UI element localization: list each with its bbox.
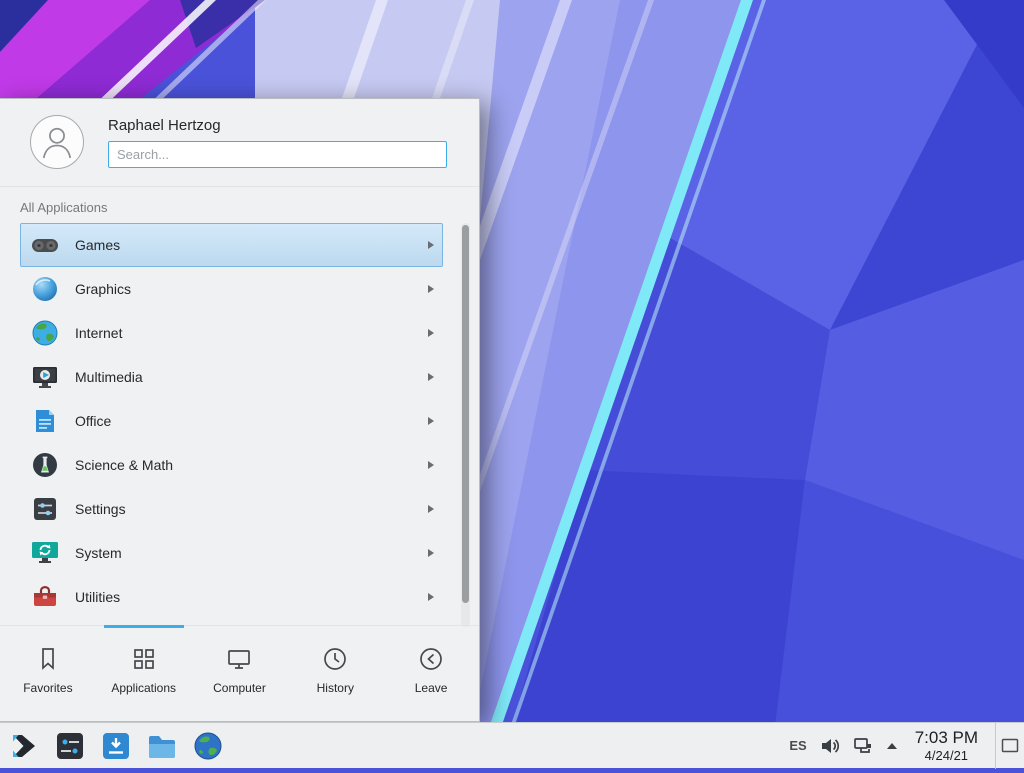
computer-icon [225, 645, 253, 673]
app-category-utilities[interactable]: Utilities [20, 575, 443, 619]
globe-icon [29, 317, 61, 349]
web-browser-icon[interactable] [193, 731, 223, 761]
clock-time: 7:03 PM [915, 728, 978, 748]
scrollbar-thumb[interactable] [462, 225, 469, 603]
app-category-settings[interactable]: Settings [20, 487, 443, 531]
launcher-header: Raphael Hertzog [0, 99, 479, 187]
tab-leave[interactable]: Leave [383, 626, 479, 721]
user-avatar [30, 115, 84, 169]
chevron-right-icon [428, 505, 434, 513]
app-category-label: Multimedia [75, 369, 428, 385]
system-settings-icon[interactable] [55, 731, 85, 761]
app-category-label: Settings [75, 501, 428, 517]
tab-computer[interactable]: Computer [192, 626, 288, 721]
software-center-icon[interactable] [101, 731, 131, 761]
app-category-multimedia[interactable]: Multimedia [20, 355, 443, 399]
system-monitor-icon [29, 537, 61, 569]
app-category-list: Games Graphics Internet [0, 223, 479, 626]
tab-applications[interactable]: Applications [96, 626, 192, 721]
toolbox-icon [29, 581, 61, 613]
tab-label: History [317, 681, 354, 695]
app-category-label: System [75, 545, 428, 561]
tab-favorites[interactable]: Favorites [0, 626, 96, 721]
app-grid-icon [130, 645, 158, 673]
chevron-right-icon [428, 417, 434, 425]
chevron-right-icon [428, 549, 434, 557]
keyboard-layout-indicator[interactable]: ES [789, 738, 806, 753]
app-category-graphics[interactable]: Graphics [20, 267, 443, 311]
network-icon[interactable] [853, 736, 873, 756]
tab-label: Applications [111, 681, 176, 695]
expand-tray-icon[interactable] [886, 741, 898, 751]
chevron-right-icon [428, 373, 434, 381]
app-category-label: Utilities [75, 589, 428, 605]
app-category-label: Graphics [75, 281, 428, 297]
app-category-label: Internet [75, 325, 428, 341]
chevron-right-icon [428, 329, 434, 337]
user-name: Raphael Hertzog [108, 117, 447, 134]
section-label: All Applications [20, 200, 107, 215]
sliders-icon [29, 493, 61, 525]
gamepad-icon [29, 229, 61, 261]
application-launcher-menu: Raphael Hertzog All Applications Games [0, 98, 480, 722]
media-monitor-icon [29, 361, 61, 393]
office-document-icon [29, 405, 61, 437]
clock-date: 4/24/21 [915, 748, 978, 763]
chevron-right-icon [428, 285, 434, 293]
system-tray: ES 7:03 PM 4/24/21 [789, 723, 1024, 769]
tab-label: Computer [213, 681, 266, 695]
flask-icon [29, 449, 61, 481]
app-category-label: Science & Math [75, 457, 428, 473]
app-category-science[interactable]: Science & Math [20, 443, 443, 487]
bookmark-icon [34, 645, 62, 673]
history-clock-icon [321, 645, 349, 673]
app-category-help[interactable]: Help [20, 619, 443, 626]
app-category-internet[interactable]: Internet [20, 311, 443, 355]
chevron-right-icon [428, 461, 434, 469]
leave-icon [417, 645, 445, 673]
search-input[interactable] [108, 141, 447, 168]
volume-icon[interactable] [820, 736, 840, 756]
app-category-label: Games [75, 237, 428, 253]
app-category-label: Office [75, 413, 428, 429]
chevron-right-icon [428, 593, 434, 601]
kde-launcher-icon[interactable] [9, 731, 39, 761]
launcher-tab-bar: Favorites Applications Computer Histor [0, 625, 479, 721]
chevron-right-icon [428, 241, 434, 249]
taskbar-panel: ES 7:03 PM 4/24/21 [0, 722, 1024, 768]
app-category-system[interactable]: System [20, 531, 443, 575]
tab-label: Leave [415, 681, 448, 695]
tab-history[interactable]: History [287, 626, 383, 721]
app-category-office[interactable]: Office [20, 399, 443, 443]
desktop-outline-icon [1001, 738, 1019, 753]
graphics-orb-icon [29, 273, 61, 305]
app-category-games[interactable]: Games [20, 223, 443, 267]
file-manager-icon[interactable] [147, 731, 177, 761]
digital-clock[interactable]: 7:03 PM 4/24/21 [915, 728, 978, 763]
show-desktop-button[interactable] [995, 723, 1024, 769]
tab-label: Favorites [23, 681, 72, 695]
